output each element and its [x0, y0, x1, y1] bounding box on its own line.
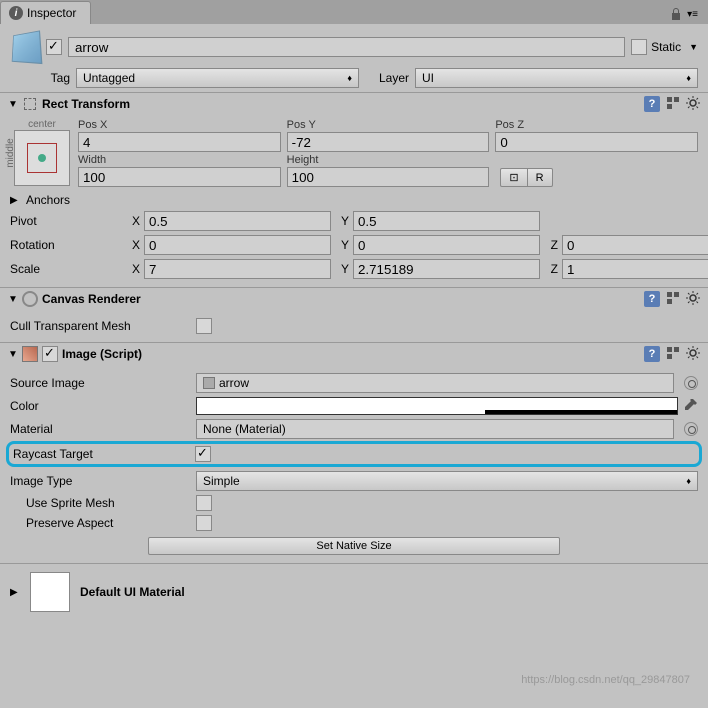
posy-input[interactable] [287, 132, 490, 152]
rot-x-input[interactable] [144, 235, 331, 255]
source-image-field[interactable]: arrow [196, 373, 674, 393]
help-icon[interactable]: ? [644, 291, 660, 307]
scale-x-input[interactable] [144, 259, 331, 279]
watermark: https://blog.csdn.net/qq_29847807 [521, 674, 690, 686]
scale-y-input[interactable] [353, 259, 540, 279]
material-section: ▶ Default UI Material [0, 564, 708, 620]
pivot-label: Pivot [10, 214, 120, 228]
name-input[interactable] [68, 37, 625, 57]
anchors-label: Anchors [26, 193, 70, 207]
component-title: Rect Transform [42, 97, 640, 111]
canvas-renderer-component: ▼ Canvas Renderer ? Cull Transparent Mes… [0, 288, 708, 343]
help-icon[interactable]: ? [644, 346, 660, 362]
component-title: Image (Script) [62, 347, 640, 361]
material-preview[interactable] [30, 572, 70, 612]
foldout-icon[interactable]: ▼ [8, 349, 18, 360]
static-dropdown-arrow[interactable]: ▼ [689, 42, 698, 52]
tab-bar: i Inspector ▾≡ [0, 0, 708, 24]
source-image-label: Source Image [10, 376, 190, 390]
image-type-dropdown[interactable]: Simple♦ [196, 471, 698, 491]
image-component: ▼ Image (Script) ? Source Image arrow Co… [0, 343, 708, 564]
pivot-x-input[interactable] [144, 211, 331, 231]
sprite-mesh-checkbox[interactable] [196, 495, 212, 511]
gear-icon[interactable] [686, 346, 700, 360]
color-label: Color [10, 399, 190, 413]
static-label: Static [651, 40, 681, 54]
preserve-aspect-label: Preserve Aspect [10, 516, 190, 530]
material-field[interactable]: None (Material) [196, 419, 674, 439]
image-component-icon [22, 346, 38, 362]
rect-transform-component: ▼ Rect Transform ? center middle Pos X P… [0, 93, 708, 288]
active-checkbox[interactable] [46, 39, 62, 55]
object-picker-icon[interactable] [684, 422, 698, 436]
tab-title: Inspector [27, 6, 76, 20]
cull-checkbox[interactable] [196, 318, 212, 334]
static-checkbox[interactable] [631, 39, 647, 55]
foldout-icon[interactable]: ▶ [10, 587, 20, 598]
gameobject-header: Static ▼ Tag Untagged♦ Layer UI♦ [0, 24, 708, 93]
anchors-foldout[interactable]: ▶ [10, 195, 20, 206]
component-title: Canvas Renderer [42, 292, 640, 306]
blueprint-button[interactable]: ⊡ [500, 168, 527, 187]
layer-label: Layer [365, 71, 409, 85]
pivot-y-input[interactable] [353, 211, 540, 231]
rot-z-input[interactable] [562, 235, 708, 255]
gear-icon[interactable] [686, 96, 700, 110]
layer-dropdown[interactable]: UI♦ [415, 68, 698, 88]
image-type-label: Image Type [10, 474, 190, 488]
preset-icon[interactable] [666, 291, 680, 305]
canvas-renderer-icon [22, 291, 38, 307]
foldout-icon[interactable]: ▼ [8, 294, 18, 305]
lock-icon[interactable] [671, 8, 681, 20]
set-native-size-button[interactable]: Set Native Size [148, 537, 561, 555]
gameobject-icon[interactable] [12, 30, 43, 64]
preset-icon[interactable] [666, 346, 680, 360]
anchor-preset-button[interactable]: center middle [10, 119, 70, 186]
object-picker-icon[interactable] [684, 376, 698, 390]
posz-input[interactable] [495, 132, 698, 152]
height-input[interactable] [287, 167, 490, 187]
material-label: Material [10, 422, 190, 436]
eyedropper-icon[interactable] [684, 399, 698, 413]
tag-dropdown[interactable]: Untagged♦ [76, 68, 359, 88]
preserve-aspect-checkbox[interactable] [196, 515, 212, 531]
scale-z-input[interactable] [562, 259, 708, 279]
gear-icon[interactable] [686, 291, 700, 305]
info-icon: i [9, 6, 23, 20]
foldout-icon[interactable]: ▼ [8, 99, 18, 110]
raycast-label: Raycast Target [13, 447, 189, 461]
posx-input[interactable] [78, 132, 281, 152]
context-menu-icon[interactable]: ▾≡ [687, 9, 698, 20]
rot-y-input[interactable] [353, 235, 540, 255]
sprite-mesh-label: Use Sprite Mesh [10, 496, 190, 510]
rotation-label: Rotation [10, 238, 120, 252]
width-input[interactable] [78, 167, 281, 187]
tag-label: Tag [10, 71, 70, 85]
tab-extras: ▾≡ [661, 4, 708, 24]
scale-label: Scale [10, 262, 120, 276]
help-icon[interactable]: ? [644, 96, 660, 112]
color-field[interactable] [196, 397, 678, 415]
material-title: Default UI Material [80, 585, 185, 599]
raycast-highlight: Raycast Target [6, 441, 702, 467]
rect-transform-icon [22, 96, 38, 112]
preset-icon[interactable] [666, 96, 680, 110]
sprite-icon [203, 377, 215, 389]
raycast-checkbox[interactable] [195, 446, 211, 462]
raw-edit-button[interactable]: R [527, 168, 553, 187]
image-enabled-checkbox[interactable] [42, 346, 58, 362]
cull-label: Cull Transparent Mesh [10, 319, 190, 333]
inspector-tab[interactable]: i Inspector [0, 1, 91, 24]
